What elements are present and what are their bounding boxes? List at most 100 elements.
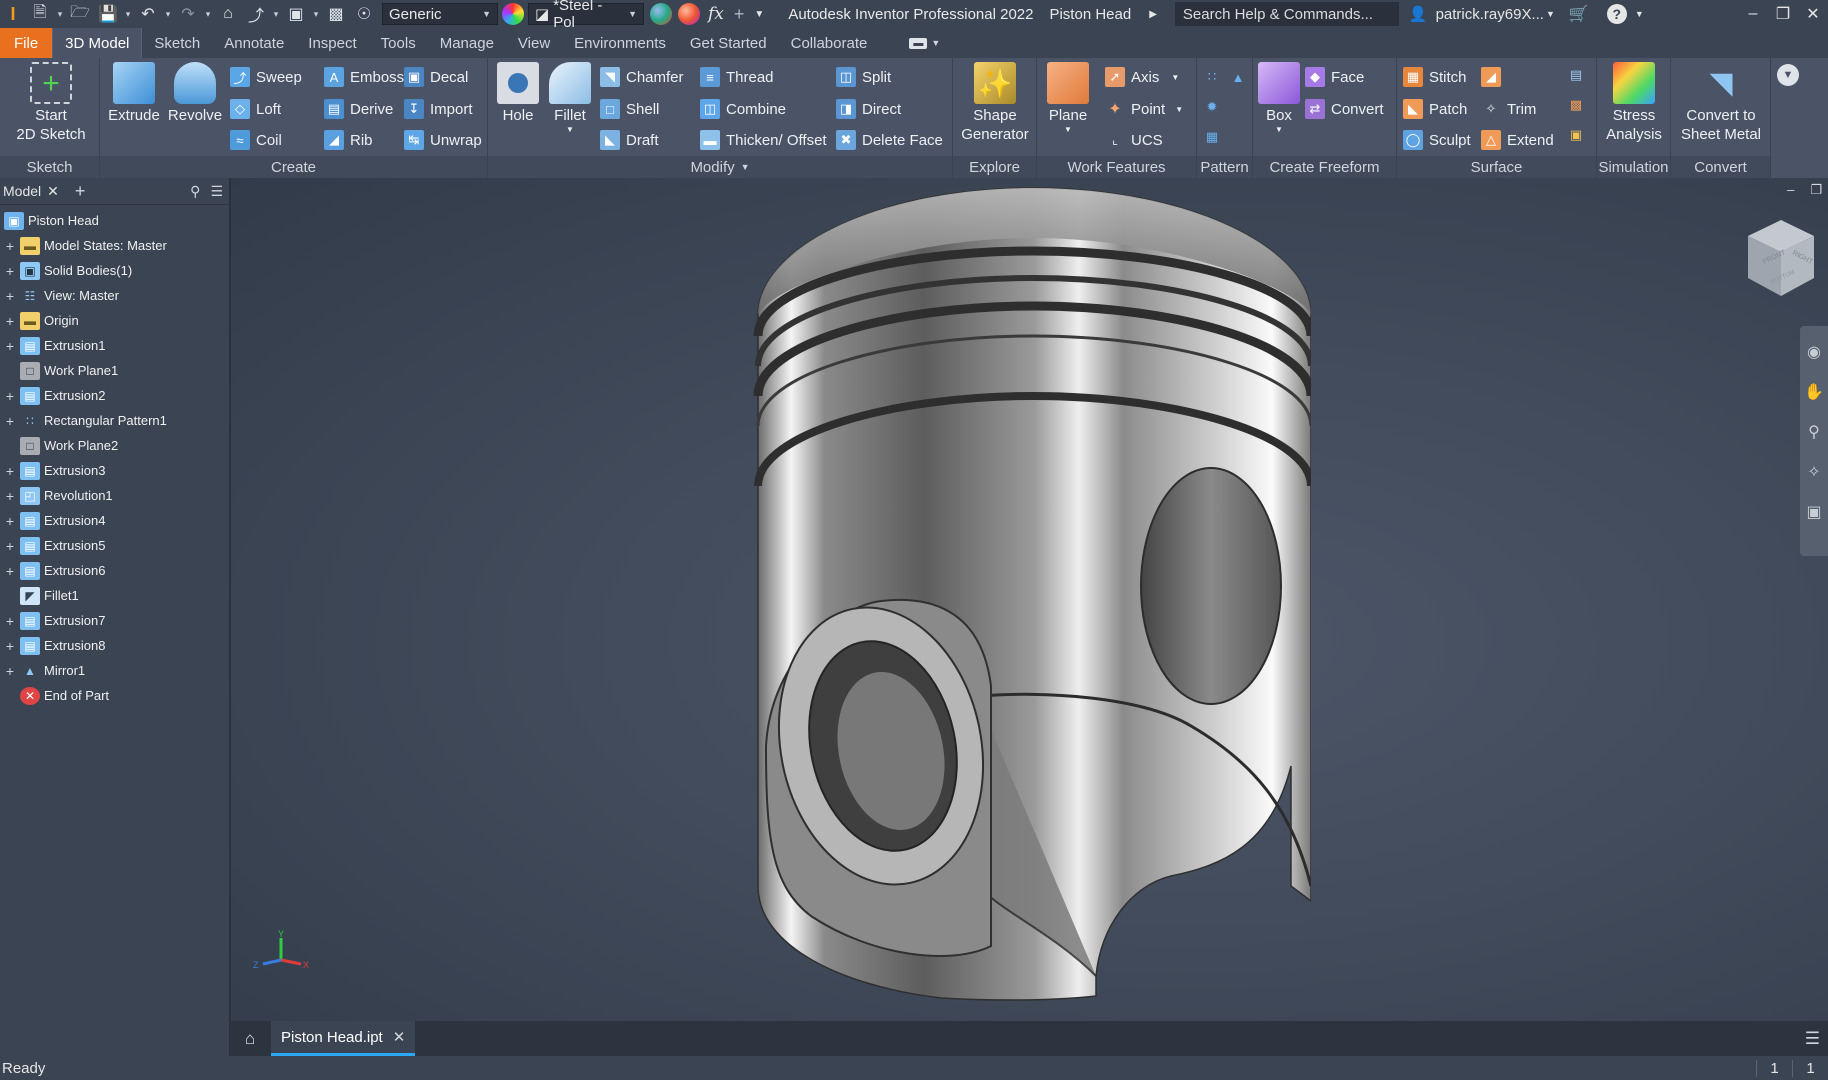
look-at-icon[interactable]: ▣ (1806, 502, 1821, 522)
axis-button[interactable]: ➚ Axis ▼ (1105, 64, 1179, 90)
search-input[interactable]: Search Help & Commands... (1174, 2, 1399, 26)
expand-icon[interactable]: + (0, 338, 20, 354)
help-icon[interactable]: ? (1606, 4, 1627, 24)
circular-pattern-icon[interactable]: ✹ (1201, 96, 1223, 118)
tree-item[interactable]: □ Work Plane1 (0, 358, 229, 383)
combine-button[interactable]: ◫ Combine (700, 96, 786, 122)
user-account[interactable]: 👤 patrick.ray69X... ▼ (1409, 5, 1555, 24)
expand-icon[interactable]: + (0, 563, 20, 579)
tree-item[interactable]: + ▣ Solid Bodies(1) (0, 258, 229, 283)
extend-button[interactable]: △ Extend (1481, 127, 1554, 153)
rib-button[interactable]: ◢ Rib (324, 127, 373, 153)
tab-get-started[interactable]: Get Started (678, 28, 779, 58)
draft-button[interactable]: ◣ Draft (600, 127, 659, 153)
minimize-icon[interactable]: – (1738, 0, 1768, 28)
tree-item[interactable]: ◤ Fillet1 (0, 583, 229, 608)
expand-icon[interactable]: + (0, 513, 20, 529)
tab-file[interactable]: File (0, 28, 53, 58)
browser-tab-model[interactable]: Model (3, 183, 41, 199)
expand-icon[interactable]: + (0, 313, 20, 329)
home-icon[interactable]: ⌂ (214, 0, 242, 28)
tree-item[interactable]: + ▤ Extrusion5 (0, 533, 229, 558)
expand-icon[interactable]: + (0, 538, 20, 554)
expand-icon[interactable]: + (0, 238, 20, 254)
tree-item[interactable]: + ▤ Extrusion1 (0, 333, 229, 358)
expand-icon[interactable]: + (0, 388, 20, 404)
expand-icon[interactable]: + (0, 663, 20, 679)
close-icon[interactable]: ✕ (393, 1028, 406, 1046)
orbit-icon[interactable]: ✧ (1807, 462, 1820, 482)
tree-item[interactable]: ✕ End of Part (0, 683, 229, 708)
material-browser-icon[interactable] (650, 3, 672, 25)
search-icon[interactable]: ⚲ (190, 183, 200, 200)
update-icon[interactable]: ▣ (282, 0, 310, 28)
open-icon[interactable]: 🗁 (66, 0, 94, 28)
add-browser-tab-icon[interactable]: + (75, 181, 86, 202)
tab-3d-model[interactable]: 3D Model (52, 28, 143, 58)
shell-button[interactable]: □ Shell (600, 96, 659, 122)
tree-item[interactable]: + ▤ Extrusion3 (0, 458, 229, 483)
tree-item[interactable]: + ∷ Rectangular Pattern1 (0, 408, 229, 433)
appearance-ball-icon[interactable]: ☉ (350, 0, 378, 28)
decal-button[interactable]: ▣ Decal (404, 64, 468, 90)
expand-icon[interactable]: + (0, 638, 20, 654)
select-dropdown-icon[interactable]: ▾ (270, 0, 282, 28)
tree-item[interactable]: + ▤ Extrusion6 (0, 558, 229, 583)
help-dropdown-icon[interactable]: ▼ (1635, 9, 1644, 19)
graphics-viewport[interactable]: – ❐ FRONT RIGHT BOTTOM ◉ ✋ ⚲ ✧ ▣ Y X Z (231, 178, 1828, 1021)
undo-dropdown-icon[interactable]: ▾ (162, 0, 174, 28)
sketch-pattern-icon[interactable]: ▦ (1201, 126, 1223, 148)
split-button[interactable]: ◫ Split (836, 64, 891, 90)
expand-icon[interactable]: + (0, 263, 20, 279)
app-logo[interactable]: I (0, 0, 26, 28)
expand-icon[interactable]: + (0, 488, 20, 504)
expand-icon[interactable]: + (0, 463, 20, 479)
customize-dropdown-icon[interactable]: ▼ (754, 9, 764, 20)
close-icon[interactable]: ✕ (47, 183, 59, 200)
minimize-icon[interactable]: – (1787, 182, 1794, 198)
restore-icon[interactable]: ❐ (1810, 182, 1822, 198)
tab-piston-head-ipt[interactable]: Piston Head.ipt ✕ (271, 1021, 416, 1056)
tree-item[interactable]: ▣ Piston Head (0, 208, 229, 233)
chamfer-button[interactable]: ◥ Chamfer (600, 64, 684, 90)
home-icon[interactable]: ⌂ (235, 1024, 265, 1054)
tab-tools[interactable]: Tools (369, 28, 428, 58)
tab-view[interactable]: View (506, 28, 562, 58)
revolve-button[interactable]: Revolve (164, 62, 226, 125)
patch-button[interactable]: ◣ Patch (1403, 96, 1467, 122)
tree-item[interactable]: + ▲ Mirror1 (0, 658, 229, 683)
pan-icon[interactable]: ✋ (1804, 382, 1824, 402)
appearance-combo[interactable]: Generic ▼ (382, 3, 498, 25)
direct-button[interactable]: ◨ Direct (836, 96, 901, 122)
group-label-modify[interactable]: Modify ▼ (488, 156, 952, 178)
expand-arrow-icon[interactable]: ▶ (1149, 9, 1157, 20)
import-button[interactable]: ↧ Import (404, 96, 473, 122)
ucs-button[interactable]: ⌞ UCS (1105, 127, 1163, 153)
redo-icon[interactable]: ↷ (174, 0, 202, 28)
thicken-offset-button[interactable]: ▬ Thicken/ Offset (700, 127, 827, 153)
ribbon-options-icon[interactable]: ▼ (1777, 64, 1799, 86)
redo-dropdown-icon[interactable]: ▾ (202, 0, 214, 28)
save-dropdown-icon[interactable]: ▾ (122, 0, 134, 28)
shape-generator-button[interactable]: ✨ Shape Generator (957, 62, 1033, 144)
sweep-button[interactable]: ⤴ Sweep (230, 64, 302, 90)
piston-head-model[interactable] (751, 186, 1311, 1006)
replace-face-icon[interactable]: ▤ (1565, 64, 1587, 86)
expand-icon[interactable]: + (0, 413, 20, 429)
extrude-button[interactable]: Extrude (106, 62, 162, 125)
steering-wheel-icon[interactable]: ◉ (1807, 342, 1821, 362)
convert-to-sheet-metal-button[interactable]: ◥ Convert to Sheet Metal (1673, 62, 1769, 144)
face-button[interactable]: ◆ Face (1305, 64, 1364, 90)
rectangular-pattern-icon[interactable]: ∷ (1201, 66, 1223, 88)
tab-sketch[interactable]: Sketch (142, 28, 212, 58)
restore-icon[interactable]: ❐ (1768, 0, 1798, 28)
close-icon[interactable]: ✕ (1798, 0, 1828, 28)
tree-item[interactable]: + ▤ Extrusion7 (0, 608, 229, 633)
tree-item[interactable]: + ▤ Extrusion4 (0, 508, 229, 533)
stitch-button[interactable]: ▦ Stitch (1403, 64, 1467, 90)
tree-item[interactable]: + ▬ Model States: Master (0, 233, 229, 258)
box-button[interactable]: Box ▼ (1257, 62, 1301, 135)
new-file-icon[interactable]: 🗎 (26, 0, 54, 28)
coil-button[interactable]: ≈ Coil (230, 127, 282, 153)
unwrap-button[interactable]: ↹ Unwrap (404, 127, 482, 153)
